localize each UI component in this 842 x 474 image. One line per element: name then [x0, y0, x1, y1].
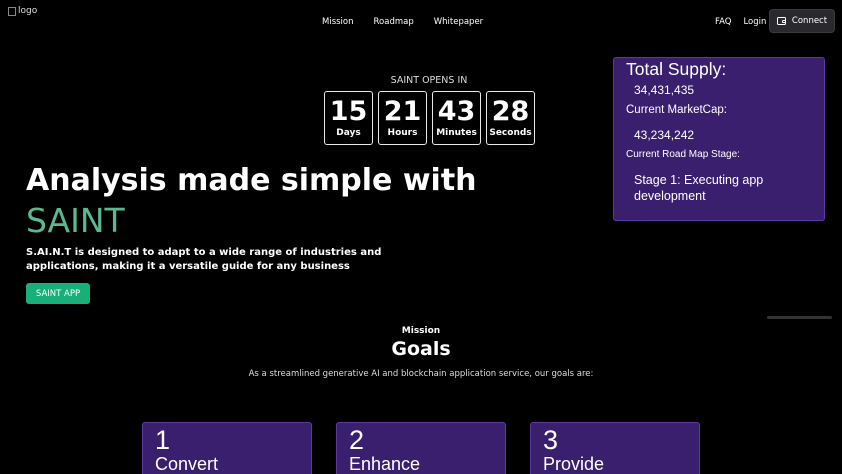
goals-subtitle: As a streamlined generative AI and block… — [248, 369, 594, 379]
goal-title: Provide — [543, 454, 605, 474]
goal-card-convert[interactable]: 1 Convert — [142, 422, 312, 474]
broken-image-icon — [8, 6, 16, 16]
saint-app-button[interactable]: SAINT APP — [26, 283, 90, 304]
hero-title: Analysis made simple with — [26, 163, 477, 198]
secondary-nav: FAQ Login — [715, 17, 766, 27]
nav-link-faq[interactable]: FAQ — [715, 17, 731, 27]
main-nav: Mission Roadmap Whitepaper — [322, 17, 483, 27]
scroll-handle[interactable] — [767, 316, 832, 319]
countdown-value: 21 — [383, 96, 422, 127]
nav-link-whitepaper[interactable]: Whitepaper — [434, 17, 483, 27]
countdown-value: 28 — [491, 96, 530, 127]
goal-card-enhance[interactable]: 2 Enhance — [336, 422, 506, 474]
nav-link-mission[interactable]: Mission — [322, 17, 354, 27]
countdown-unit: Seconds — [489, 128, 532, 138]
marketcap-value: 43,234,242 — [634, 128, 695, 142]
section-label: Mission — [401, 326, 441, 336]
roadmap-stage-value: Stage 1: Executing app development — [634, 173, 764, 203]
countdown-unit: Hours — [387, 128, 418, 138]
page: logo Mission Roadmap Whitepaper FAQ Logi… — [0, 0, 842, 474]
countdown-value: 43 — [437, 96, 476, 127]
total-supply-value: 34,431,435 — [634, 83, 695, 97]
countdown-minutes: 43 Minutes — [432, 91, 481, 145]
connect-wallet-button[interactable]: Connect — [769, 9, 835, 33]
marketcap-label: Current MarketCap: — [626, 104, 727, 116]
nav-link-login[interactable]: Login — [743, 17, 766, 27]
countdown-unit: Minutes — [436, 128, 477, 138]
goal-title: Convert — [155, 454, 219, 474]
connect-label: Connect — [791, 16, 828, 26]
token-stats-card: Total Supply: 34,431,435 Current MarketC… — [613, 57, 825, 221]
nav-link-roadmap[interactable]: Roadmap — [374, 17, 414, 27]
hero-description: S.AI.N.T is designed to adapt to a wide … — [26, 247, 382, 272]
hero-accent-text: SAINT — [26, 201, 125, 240]
goal-number: 2 — [349, 425, 365, 455]
goal-title: Enhance — [349, 454, 421, 474]
goal-card-provide[interactable]: 3 Provide — [530, 422, 700, 474]
countdown-timer: 15 Days 21 Hours 43 Minutes 28 Seconds — [324, 91, 535, 145]
logo[interactable]: logo — [8, 6, 37, 16]
wallet-icon — [776, 17, 786, 25]
countdown-unit: Days — [336, 128, 361, 138]
countdown-label: SAINT OPENS IN — [390, 75, 468, 86]
goal-number: 1 — [155, 425, 171, 455]
roadmap-stage-label: Current Road Map Stage: — [626, 149, 740, 160]
countdown-value: 15 — [329, 96, 368, 127]
logo-alt-text: logo — [18, 6, 38, 16]
countdown-days: 15 Days — [324, 91, 373, 145]
countdown-hours: 21 Hours — [378, 91, 427, 145]
total-supply-label: Total Supply: — [626, 59, 727, 79]
goal-number: 3 — [543, 425, 559, 455]
countdown-seconds: 28 Seconds — [486, 91, 535, 145]
goals-heading: Goals — [391, 338, 451, 360]
